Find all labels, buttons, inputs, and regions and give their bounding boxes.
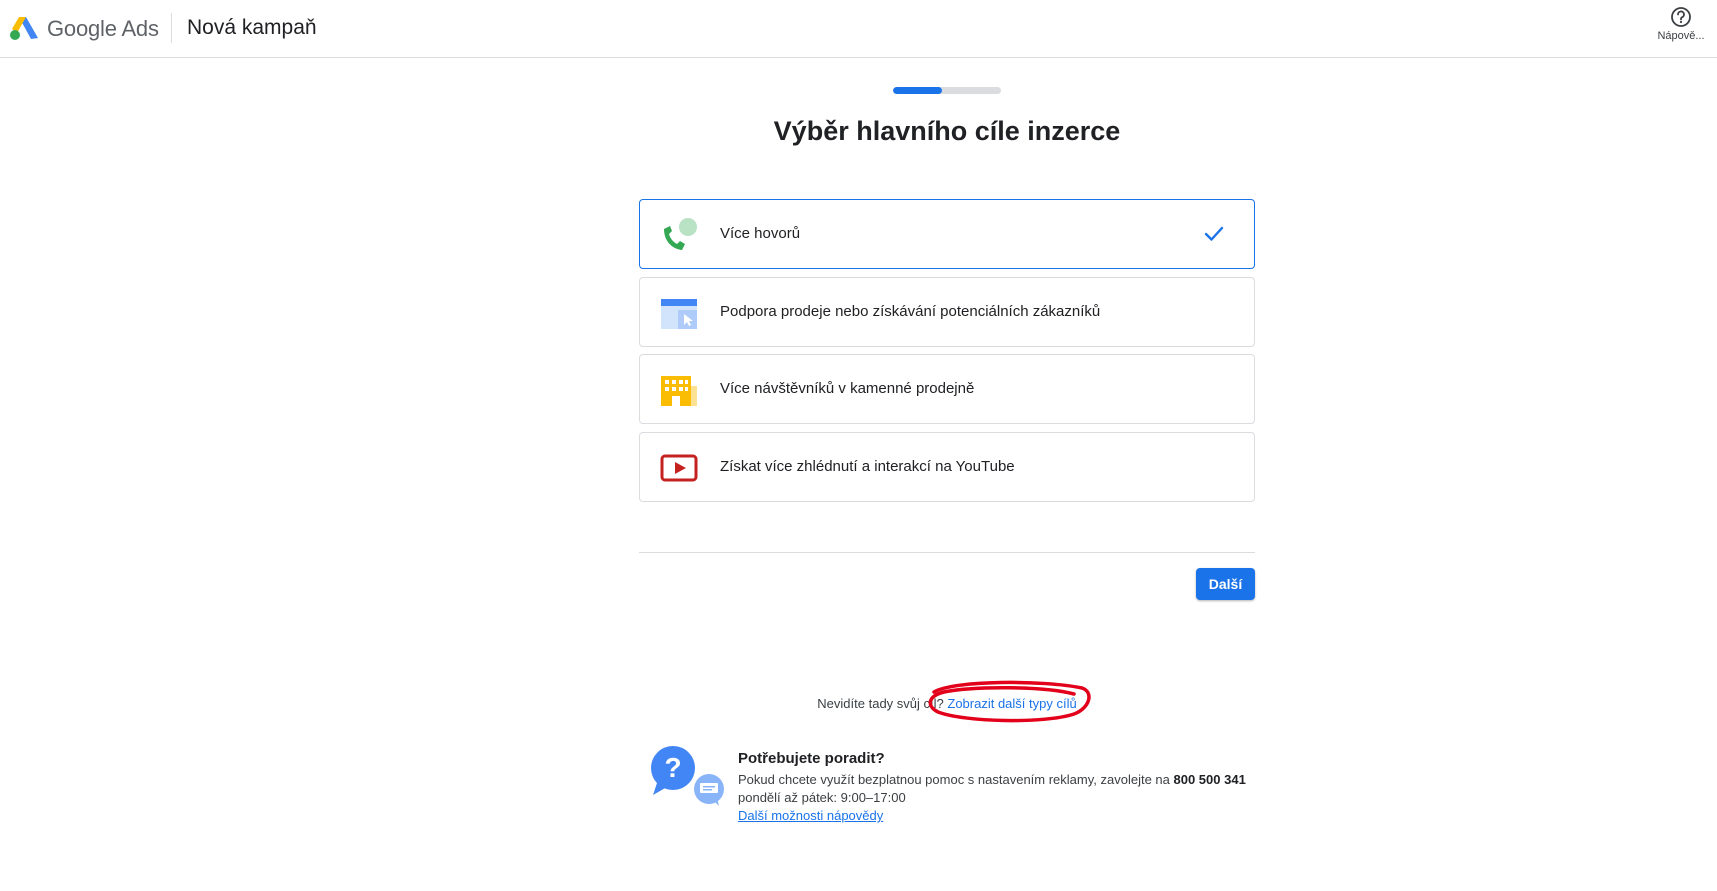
page-heading: Nová kampaň [187, 16, 317, 39]
google-ads-logo-icon[interactable] [9, 15, 39, 41]
web-click-icon [661, 299, 697, 329]
goal-card-youtube[interactable]: Získat více zhlédnutí a interakcí na You… [639, 432, 1255, 502]
youtube-play-icon [660, 454, 698, 482]
step-progress-fill [893, 87, 942, 94]
help-text-block: Potřebujete poradit? Pokud chcete využít… [738, 750, 1246, 825]
more-goals-row: Nevidíte tady svůj cíl? Zobrazit další t… [0, 696, 1717, 711]
help-button[interactable]: Nápově... [1651, 6, 1711, 46]
help-chat-icon: ? [651, 746, 724, 806]
goal-label: Podpora prodeje nebo získávání potenciál… [720, 303, 1101, 320]
svg-text:?: ? [664, 752, 681, 783]
help-hours: pondělí až pátek: 9:00–17:00 [738, 790, 906, 805]
more-help-link[interactable]: Další možnosti nápovědy [738, 808, 883, 823]
help-circle-icon [1671, 7, 1691, 27]
goal-label: Více návštěvníků v kamenné prodejně [720, 380, 975, 397]
store-building-icon [661, 376, 697, 406]
more-goals-prompt: Nevidíte tady svůj cíl? [817, 696, 944, 711]
main-title: Výběr hlavního cíle inzerce [773, 116, 1121, 146]
help-label: Nápově... [1657, 30, 1705, 42]
section-divider [639, 552, 1255, 553]
brand-name[interactable]: Google Ads [47, 16, 159, 42]
check-icon [1204, 226, 1224, 241]
next-button[interactable]: Další [1196, 568, 1255, 600]
goal-card-calls[interactable]: Více hovorů [639, 199, 1255, 269]
goal-card-sales-leads[interactable]: Podpora prodeje nebo získávání potenciál… [639, 277, 1255, 347]
help-phone-prefix: Pokud chcete využít bezplatnou pomoc s n… [738, 772, 1174, 787]
header-divider [171, 13, 172, 43]
help-title: Potřebujete poradit? [738, 750, 885, 767]
more-goals-link[interactable]: Zobrazit další typy cílů [947, 696, 1076, 711]
top-bar: Google Ads Nová kampaň Nápově... [0, 0, 1717, 58]
goal-label: Více hovorů [720, 225, 801, 242]
help-box: ? Potřebujete poradit? Pokud chcete využ… [649, 745, 1259, 825]
goal-label: Získat více zhlédnutí a interakcí na You… [720, 458, 1015, 475]
step-progress-bar [893, 87, 1001, 94]
help-phone-line: Pokud chcete využít bezplatnou pomoc s n… [738, 771, 1246, 789]
help-phone-number: 800 500 341 [1173, 772, 1246, 787]
goal-card-store-visits[interactable]: Více návštěvníků v kamenné prodejně [639, 354, 1255, 424]
phone-call-icon [664, 218, 697, 250]
